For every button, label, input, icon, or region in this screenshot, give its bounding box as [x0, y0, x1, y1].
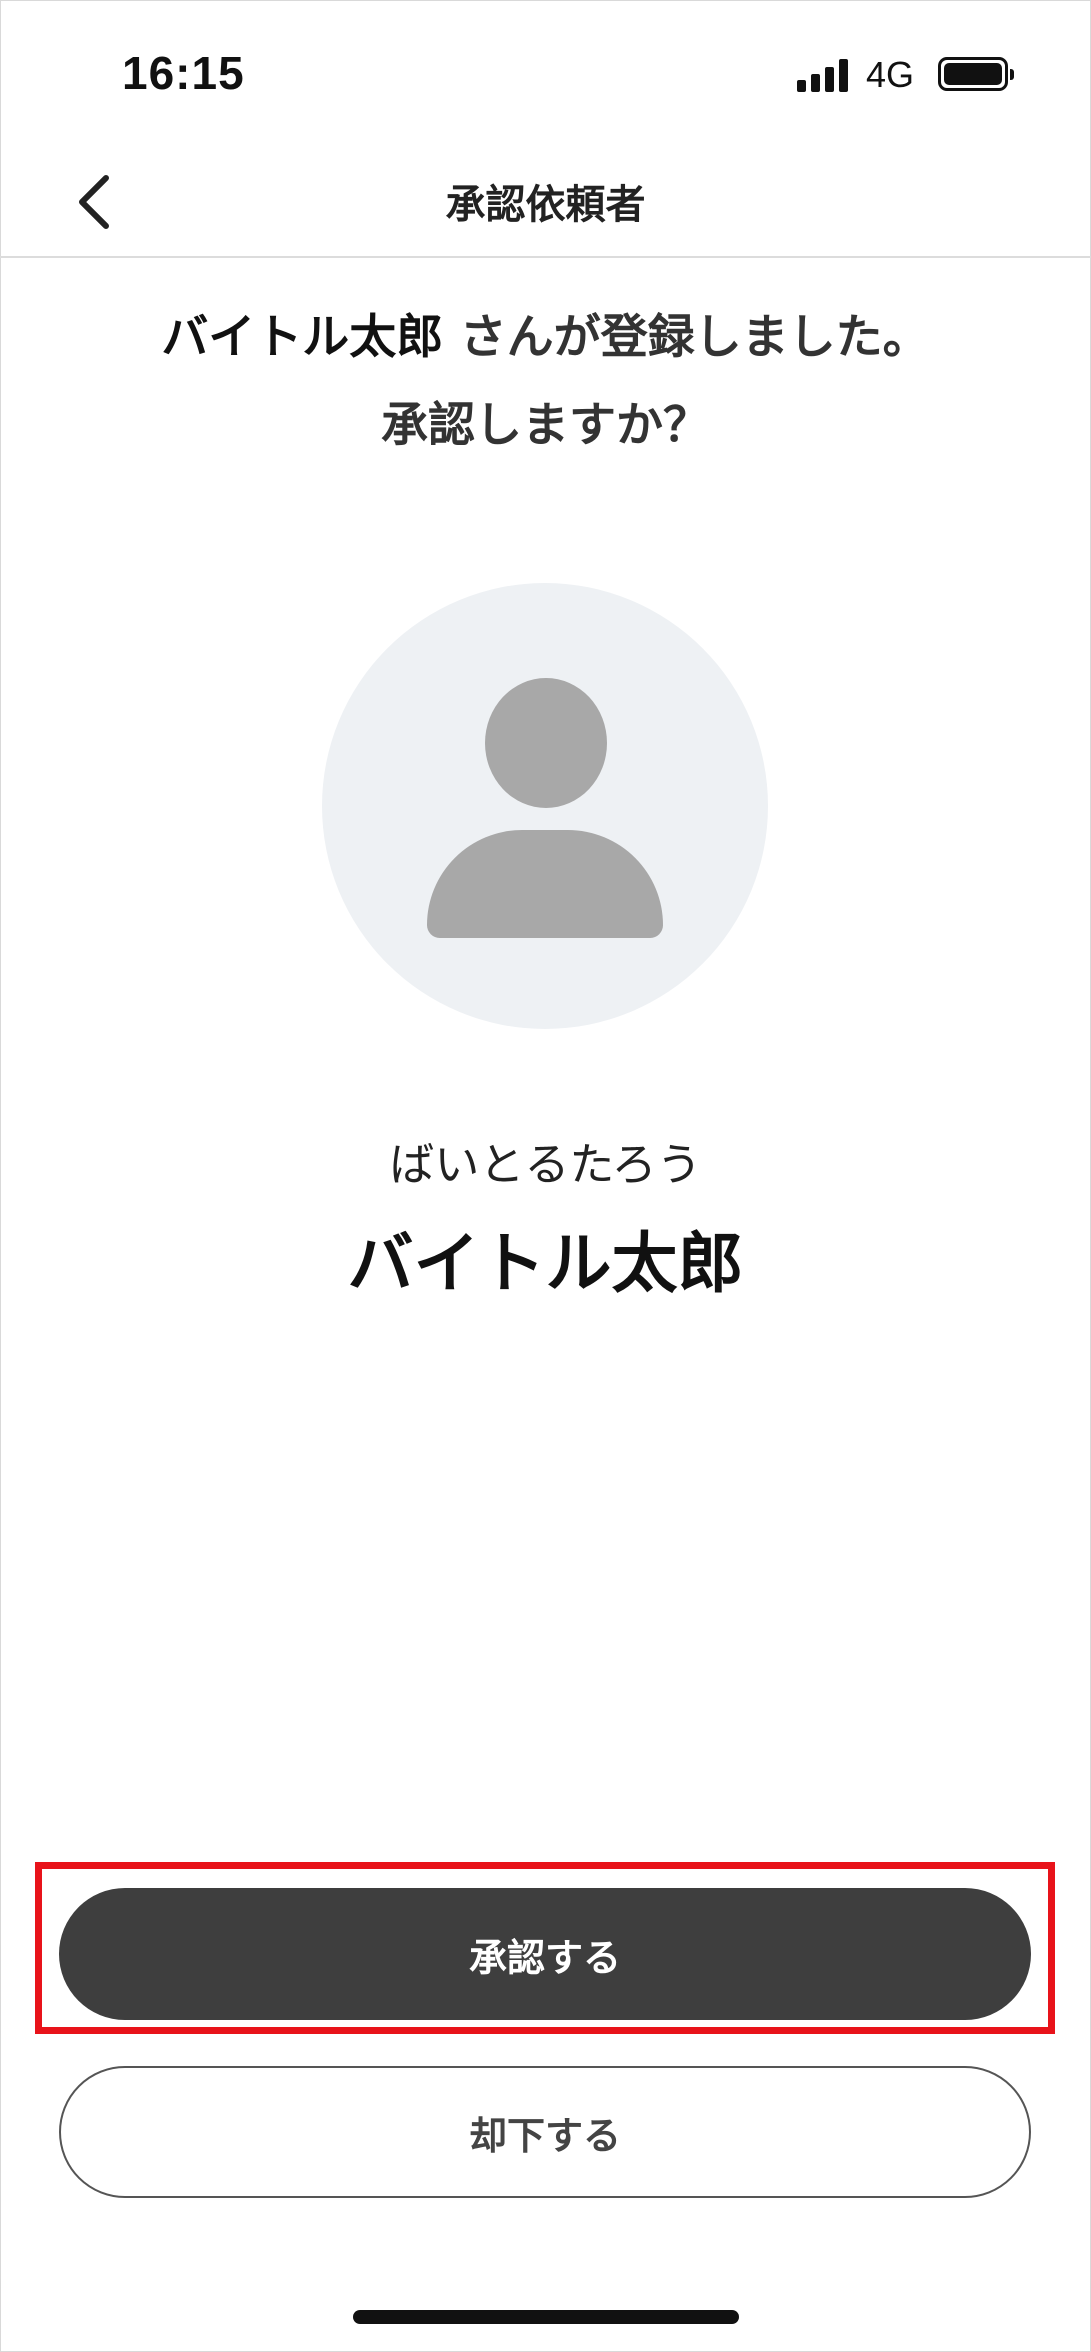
- message-user-name: バイトル太郎: [161, 310, 444, 365]
- user-furigana: ばいとるたろう: [389, 1138, 702, 1191]
- status-time: 16:15: [122, 47, 245, 99]
- navigation-bar: 承認依頼者: [0, 150, 1091, 258]
- avatar-head: [485, 678, 607, 808]
- reject-button[interactable]: 却下する: [59, 2066, 1031, 2198]
- user-full-name: バイトル太郎: [347, 1225, 744, 1302]
- message-suffix: さんが登録しました。: [443, 310, 930, 365]
- confirmation-message: バイトル太郎 さんが登録しました。 承認しますか？: [0, 294, 1091, 470]
- status-bar: 16:15 4G: [0, 0, 1091, 150]
- battery-full-icon: [938, 57, 1014, 91]
- approve-button[interactable]: 承認する: [59, 1888, 1031, 2020]
- message-line-1: バイトル太郎 さんが登録しました。: [0, 294, 1091, 382]
- network-type: 4G: [866, 54, 915, 95]
- page-title: 承認依頼者: [445, 182, 646, 228]
- cellular-signal-icon: [797, 58, 851, 92]
- message-line-2: 承認しますか？: [381, 398, 710, 453]
- avatar: [322, 583, 768, 1029]
- home-indicator[interactable]: [353, 2310, 739, 2324]
- avatar-body: [427, 830, 663, 938]
